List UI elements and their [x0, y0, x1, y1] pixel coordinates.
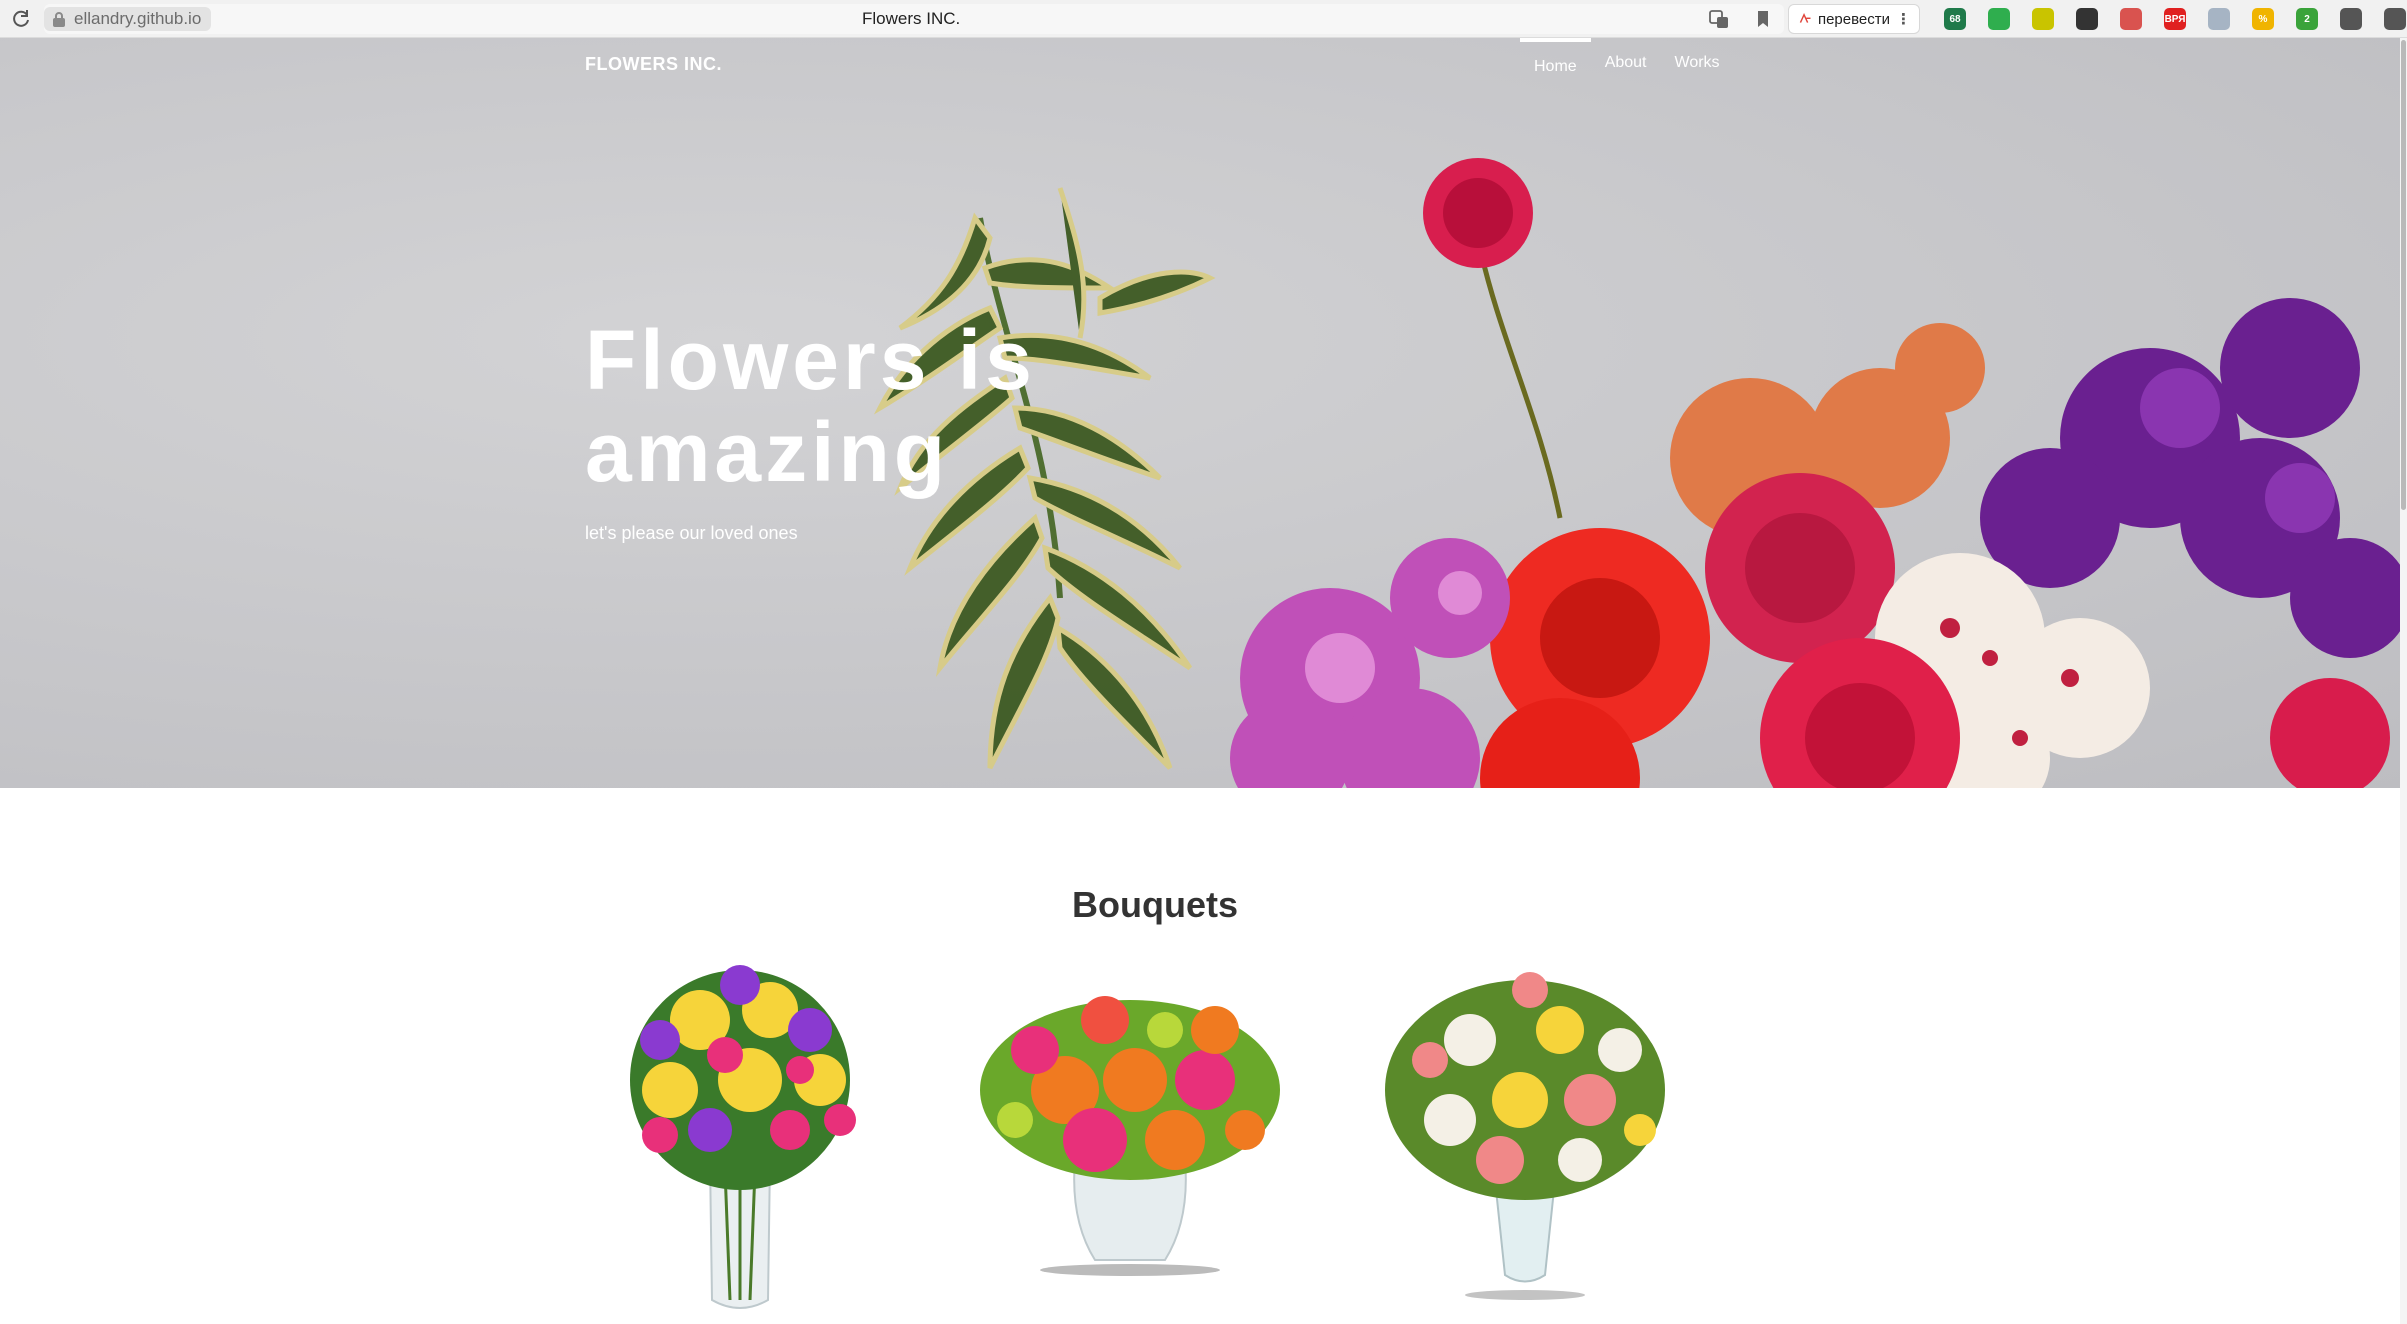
translate-page-icon[interactable]: [1708, 8, 1730, 30]
ext-circle-icon[interactable]: [2032, 8, 2054, 30]
bouquet-image-1[interactable]: [600, 960, 880, 1324]
ext-shield-icon[interactable]: [1988, 8, 2010, 30]
ext-hex-icon[interactable]: [2076, 8, 2098, 30]
site-brand[interactable]: FLOWERS INC.: [585, 54, 722, 75]
ext-puzzle-icon[interactable]: [2340, 8, 2362, 30]
download-icon[interactable]: [2384, 8, 2406, 30]
browser-toolbar: ellandry.github.io Flowers INC. перевест…: [0, 0, 2407, 38]
extensions-bar: 68 ВРЯ% 2: [1944, 8, 2406, 30]
translate-icon: [1799, 12, 1811, 23]
ext-grid-icon[interactable]: 68: [1944, 8, 1966, 30]
ext-face-icon[interactable]: [2120, 8, 2142, 30]
translate-label: перевести: [1817, 10, 1890, 28]
ext-vpn-icon[interactable]: ВРЯ: [2164, 8, 2186, 30]
section-title: Bouquets: [1072, 884, 1238, 925]
nav-works[interactable]: Works: [1661, 38, 1734, 88]
scrollbar-thumb[interactable]: [2401, 40, 2406, 510]
hero-subtitle: let's please our loved ones: [585, 523, 798, 543]
ext-cloud-icon[interactable]: [2208, 8, 2230, 30]
nav-home[interactable]: Home: [1520, 38, 1591, 88]
more-options-icon[interactable]: ⋮: [1896, 10, 1911, 28]
translate-button[interactable]: перевести ⋮: [1788, 4, 1920, 34]
bouquet-image-2[interactable]: [975, 990, 1285, 1280]
hero-title: Flowers is amazing: [585, 313, 1036, 499]
tab-title: Flowers INC.: [862, 9, 961, 28]
hero-section: FLOWERS INC. Home About Works Flowers is a…: [0, 38, 2407, 788]
ext-badge-icon[interactable]: 2: [2296, 8, 2318, 30]
url-display[interactable]: ellandry.github.io: [44, 7, 212, 31]
bookmark-icon[interactable]: [1752, 8, 1774, 30]
ext-percent-icon[interactable]: %: [2252, 8, 2274, 30]
reload-icon[interactable]: [10, 8, 32, 30]
nav-about[interactable]: About: [1591, 38, 1661, 88]
url-text: ellandry.github.io: [74, 9, 202, 28]
main-nav: Home About Works: [1520, 38, 1734, 88]
bouquet-image-3[interactable]: [1380, 970, 1670, 1306]
lock-icon: [53, 12, 65, 27]
address-actions: [1708, 8, 1774, 30]
